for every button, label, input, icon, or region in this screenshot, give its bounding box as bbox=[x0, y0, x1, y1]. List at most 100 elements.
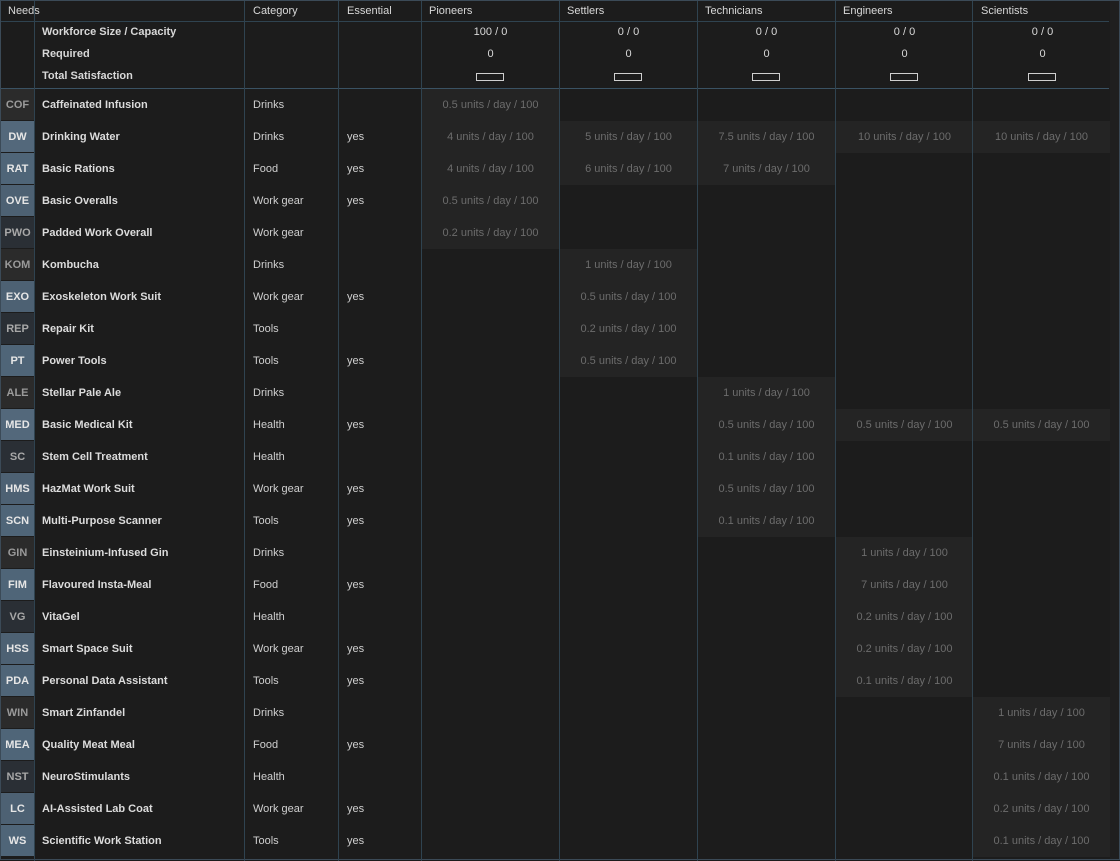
material-name: Scientific Work Station bbox=[42, 835, 162, 847]
consumption-cell-scientists bbox=[973, 89, 1110, 121]
material-ticker-icon[interactable]: RAT bbox=[1, 153, 34, 184]
table-row[interactable]: KOM Kombucha Drinks 1 units / day / 100 bbox=[1, 249, 1109, 281]
table-row[interactable]: PDA Personal Data Assistant Tools yes 0.1 un… bbox=[1, 665, 1109, 697]
consumption-cell-scientists bbox=[973, 345, 1110, 377]
material-name: Padded Work Overall bbox=[42, 227, 153, 239]
table-row[interactable]: DW Drinking Water Drinks yes 4 units / day /… bbox=[1, 121, 1110, 153]
consumption-cell-engineers: 0.2 units / day / 100 bbox=[836, 601, 973, 633]
table-row[interactable]: WIN Smart Zinfandel Drinks 1 units / day / … bbox=[1, 697, 1110, 729]
table-row[interactable]: VG VitaGel Health 0.2 units / day / 100 bbox=[1, 601, 1109, 633]
material-category: Work gear bbox=[253, 195, 304, 207]
header-technicians[interactable]: Technicians bbox=[705, 5, 762, 17]
workforce-label: Workforce Size / Capacity bbox=[42, 26, 177, 38]
table-row[interactable]: HSS Smart Space Suit Work gear yes 0.2 units… bbox=[1, 633, 1109, 665]
table-row[interactable]: HMS HazMat Work Suit Work gear yes 0.5 units… bbox=[1, 473, 1109, 505]
column-divider bbox=[421, 1, 422, 861]
material-ticker-icon[interactable]: MED bbox=[1, 409, 34, 440]
material-ticker-icon[interactable]: PDA bbox=[1, 665, 34, 696]
consumption-cell-settlers bbox=[560, 633, 697, 665]
header-engineers[interactable]: Engineers bbox=[843, 5, 893, 17]
header-scientists[interactable]: Scientists bbox=[981, 5, 1028, 17]
summary-divider bbox=[1, 88, 1109, 89]
material-ticker-icon[interactable]: HSS bbox=[1, 633, 34, 664]
material-ticker-icon[interactable]: WS bbox=[1, 825, 34, 856]
material-ticker-icon[interactable]: REP bbox=[1, 313, 34, 344]
consumption-cell-pioneers: 4 units / day / 100 bbox=[422, 121, 559, 153]
table-row[interactable]: GIN Einsteinium-Infused Gin Drinks 1 units … bbox=[1, 537, 1109, 569]
material-ticker-icon[interactable]: VG bbox=[1, 601, 34, 632]
consumption-cell-pioneers bbox=[422, 505, 559, 537]
workforce-pioneers: 100 / 0 bbox=[473, 26, 508, 38]
material-name: HazMat Work Suit bbox=[42, 483, 135, 495]
consumption-cell-pioneers bbox=[422, 761, 559, 793]
material-category: Tools bbox=[253, 355, 279, 367]
material-name: Kombucha bbox=[42, 259, 99, 271]
consumption-cell-scientists bbox=[973, 505, 1110, 537]
material-ticker-icon[interactable]: GIN bbox=[1, 537, 34, 568]
material-category: Tools bbox=[253, 515, 279, 527]
header-needs[interactable]: Needs bbox=[8, 5, 40, 17]
table-row[interactable]: PT Power Tools Tools yes 0.5 units / day / 1… bbox=[1, 345, 1109, 377]
table-row[interactable]: MEA Quality Meat Meal Food yes 7 units / day… bbox=[1, 729, 1110, 761]
table-row[interactable]: SCN Multi-Purpose Scanner Tools yes 0.1 unit… bbox=[1, 505, 1109, 537]
table-row[interactable]: PWO Padded Work Overall Work gear 0.2 units… bbox=[1, 217, 1109, 249]
consumption-cell-settlers bbox=[560, 377, 697, 409]
table-row[interactable]: WS Scientific Work Station Tools yes 0.1 uni… bbox=[1, 825, 1110, 857]
column-divider bbox=[835, 1, 836, 861]
material-ticker-icon[interactable]: WIN bbox=[1, 697, 34, 728]
material-ticker-icon[interactable]: EXO bbox=[1, 281, 34, 312]
column-divider bbox=[34, 1, 35, 861]
scrollbar[interactable] bbox=[1110, 1, 1119, 859]
consumption-cell-technicians bbox=[698, 89, 835, 121]
material-ticker-icon[interactable]: SC bbox=[1, 441, 34, 472]
consumption-cell-technicians bbox=[698, 729, 835, 761]
table-row[interactable]: LC AI-Assisted Lab Coat Work gear yes 0.2 un… bbox=[1, 793, 1110, 825]
material-ticker-icon[interactable]: LC bbox=[1, 793, 34, 824]
material-category: Food bbox=[253, 163, 279, 175]
table-row[interactable]: NST NeuroStimulants Health 0.1 units / day … bbox=[1, 761, 1110, 793]
table-row[interactable]: REP Repair Kit Tools 0.2 units / day / 100 bbox=[1, 313, 1109, 345]
consumption-cell-settlers bbox=[560, 185, 697, 217]
header-settlers[interactable]: Settlers bbox=[567, 5, 604, 17]
material-ticker-icon[interactable]: ALE bbox=[1, 377, 34, 408]
consumption-cell-settlers bbox=[560, 409, 697, 441]
essential-flag: yes bbox=[347, 739, 365, 751]
consumption-cell-pioneers bbox=[422, 633, 559, 665]
header-pioneers[interactable]: Pioneers bbox=[429, 5, 472, 17]
material-ticker-icon[interactable]: COF bbox=[1, 89, 34, 120]
satisfaction-bar-technicians bbox=[752, 73, 780, 81]
material-name: Smart Zinfandel bbox=[42, 707, 126, 719]
table-row[interactable]: OVE Basic Overalls Work gear yes 0.5 units /… bbox=[1, 185, 1109, 217]
consumption-cell-engineers bbox=[836, 281, 973, 313]
consumption-cell-engineers bbox=[836, 473, 973, 505]
material-ticker-icon[interactable]: OVE bbox=[1, 185, 34, 216]
consumption-cell-settlers bbox=[560, 217, 697, 249]
required-scientists: 0 bbox=[1039, 48, 1046, 60]
material-ticker-icon[interactable]: SCN bbox=[1, 505, 34, 536]
material-ticker-icon[interactable]: DW bbox=[1, 121, 34, 152]
table-row[interactable]: EXO Exoskeleton Work Suit Work gear yes 0.5 … bbox=[1, 281, 1109, 313]
consumption-cell-pioneers: 0.5 units / day / 100 bbox=[422, 89, 559, 121]
table-row[interactable]: SC Stem Cell Treatment Health 0.1 units / d… bbox=[1, 441, 1109, 473]
material-category: Drinks bbox=[253, 131, 285, 143]
material-ticker-icon[interactable]: PT bbox=[1, 345, 34, 376]
table-row[interactable]: COF Caffeinated Infusion Drinks 0.5 units /… bbox=[1, 89, 1109, 121]
table-row[interactable]: FIM Flavoured Insta-Meal Food yes 7 units / … bbox=[1, 569, 1109, 601]
consumption-cell-settlers: 1 units / day / 100 bbox=[560, 249, 697, 281]
table-row[interactable]: RAT Basic Rations Food yes 4 units / day / 1… bbox=[1, 153, 1109, 185]
material-ticker-icon[interactable]: HMS bbox=[1, 473, 34, 504]
consumption-cell-scientists: 0.5 units / day / 100 bbox=[973, 409, 1110, 441]
material-name: AI-Assisted Lab Coat bbox=[42, 803, 153, 815]
material-ticker-icon[interactable]: PWO bbox=[1, 217, 34, 248]
table-row[interactable]: ALE Stellar Pale Ale Drinks 1 units / day /… bbox=[1, 377, 1109, 409]
material-ticker-icon[interactable]: KOM bbox=[1, 249, 34, 280]
consumption-cell-scientists bbox=[973, 473, 1110, 505]
material-ticker-icon[interactable]: FIM bbox=[1, 569, 34, 600]
header-essential[interactable]: Essential bbox=[347, 5, 392, 17]
material-ticker-icon[interactable]: MEA bbox=[1, 729, 34, 760]
material-ticker-icon[interactable]: NST bbox=[1, 761, 34, 792]
column-divider bbox=[559, 1, 560, 861]
consumption-cell-pioneers bbox=[422, 537, 559, 569]
header-category[interactable]: Category bbox=[253, 5, 298, 17]
table-row[interactable]: MED Basic Medical Kit Health yes 0.5 units /… bbox=[1, 409, 1110, 441]
